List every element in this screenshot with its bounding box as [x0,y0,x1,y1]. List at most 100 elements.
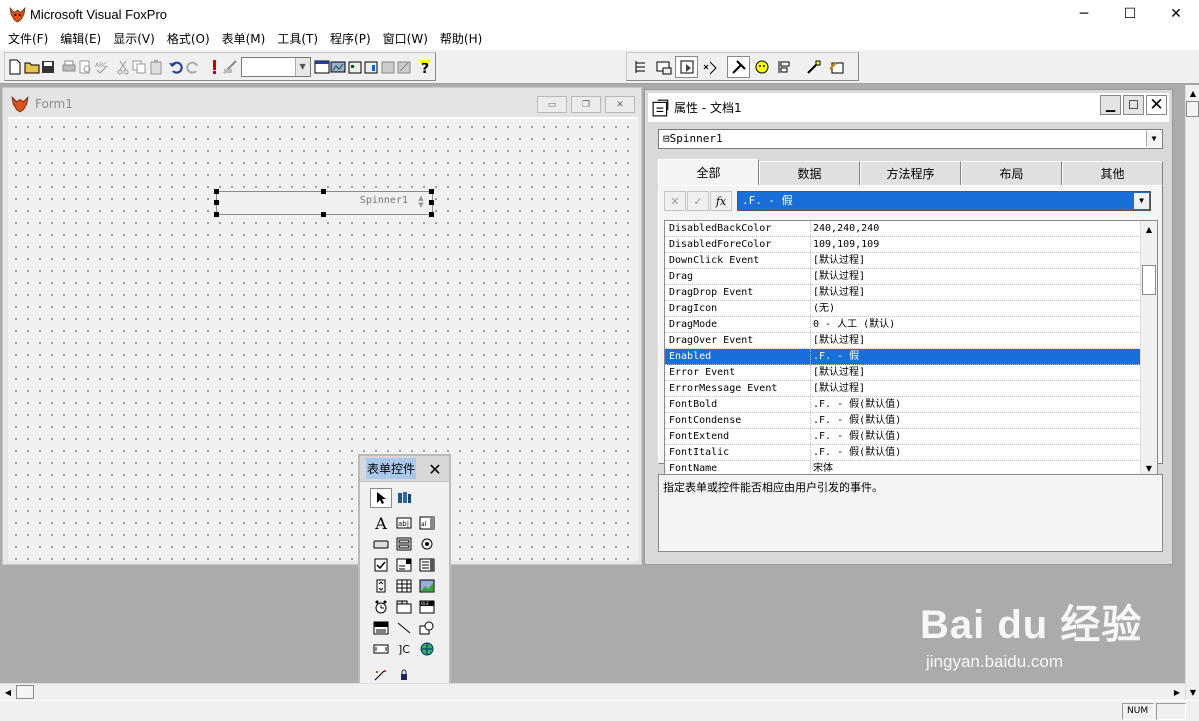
close-button[interactable]: ✕ [1153,0,1199,28]
tab-order-icon[interactable] [629,56,652,78]
property-row[interactable]: DragMode 0 - 人工 (默认) [665,317,1141,333]
form-controls-toolbar-icon[interactable] [727,55,750,78]
menu-tools[interactable]: 工具(T) [271,29,324,49]
checkbox-control-icon[interactable] [370,555,392,575]
color-palette-icon[interactable] [750,56,773,78]
command-group-control-icon[interactable] [393,534,415,554]
property-grid[interactable]: DisabledBackColor 240,240,240 DisabledFor… [664,220,1158,477]
selection-handle[interactable] [214,212,219,217]
cut-icon[interactable] [114,56,130,78]
property-row[interactable]: FontItalic .F. - 假(默认值) [665,445,1141,461]
listbox-control-icon[interactable] [416,555,438,575]
tab-other[interactable]: 其他 [1062,161,1163,185]
scroll-down-icon[interactable]: ▼ [1186,684,1199,700]
menu-window[interactable]: 窗口(W) [377,29,434,49]
accept-edit-button[interactable]: ✓ [687,191,709,211]
menu-help[interactable]: 帮助(H) [434,29,488,49]
autoform-icon[interactable] [379,56,395,78]
selection-handle[interactable] [429,212,434,217]
selection-handle[interactable] [214,200,219,205]
new-file-icon[interactable] [7,56,23,78]
scrollbar-thumb[interactable] [1142,265,1156,295]
property-row[interactable]: FontExtend .F. - 假(默认值) [665,429,1141,445]
tab-layout[interactable]: 布局 [961,161,1062,185]
selection-handle[interactable] [429,189,434,194]
button-lock-icon[interactable] [393,665,415,685]
scrollbar-thumb[interactable] [16,685,34,699]
code-window-icon[interactable] [698,56,721,78]
print-icon[interactable] [61,56,77,78]
layout-toolbar-icon[interactable] [773,56,796,78]
builder-lock-icon[interactable] [370,665,392,685]
toolbox-close-button[interactable]: ✕ [425,459,445,479]
form-restore-button[interactable]: ❐ [571,96,601,113]
autoformat-icon[interactable] [825,56,848,78]
property-row[interactable]: DragDrop Event [默认过程] [665,285,1141,301]
scroll-up-icon[interactable]: ▲ [1141,221,1157,237]
property-row[interactable]: Drag [默认过程] [665,269,1141,285]
toolbox-title-bar[interactable]: 表单控件 ✕ [360,456,449,482]
view-classes-icon[interactable] [393,488,415,508]
modify-form-icon[interactable] [222,56,238,78]
menu-form[interactable]: 表单(M) [216,29,272,49]
property-row[interactable]: ErrorMessage Event [默认过程] [665,381,1141,397]
run-icon[interactable] [205,56,221,78]
property-row[interactable]: FontCondense .F. - 假(默认值) [665,413,1141,429]
redo-icon[interactable] [185,56,201,78]
ole-container-control-icon[interactable]: OLE [416,597,438,617]
database-combo[interactable]: ▼ [241,56,311,77]
image-control-icon[interactable] [416,576,438,596]
report-designer-icon[interactable] [363,56,379,78]
autoreport-icon[interactable] [396,56,412,78]
property-row[interactable]: FontBold .F. - 假(默认值) [665,397,1141,413]
expression-builder-button[interactable]: fx [710,191,732,211]
editbox-control-icon[interactable]: al [416,513,438,533]
properties-minimize-button[interactable]: ▁ [1100,95,1121,115]
property-row[interactable]: DownClick Event [默认过程] [665,253,1141,269]
menu-file[interactable]: 文件(F) [2,29,54,49]
separator-control-icon[interactable]: ]C [393,639,415,659]
form-designer-window[interactable]: Form1 ▭ ❐ ✕ Spinner1 ▲ ▼ [2,87,642,565]
chevron-down-icon[interactable]: ▼ [294,57,310,76]
undo-icon[interactable] [168,56,184,78]
form-minimize-button[interactable]: ▭ [537,96,567,113]
minimize-button[interactable]: ─ [1061,0,1107,28]
open-folder-icon[interactable] [23,56,40,78]
copy-icon[interactable] [131,56,147,78]
selection-handle[interactable] [321,212,326,217]
form-close-button[interactable]: ✕ [605,96,635,113]
spinner-control-icon[interactable] [370,576,392,596]
pageframe-control-icon[interactable] [393,597,415,617]
timer-control-icon[interactable] [370,597,392,617]
property-row[interactable]: Error Event [默认过程] [665,365,1141,381]
selection-handle[interactable] [214,189,219,194]
workspace-horizontal-scrollbar[interactable]: ◀ ▶ [0,683,1185,700]
properties-close-button[interactable]: ✕ [1146,95,1167,115]
container-control-icon[interactable] [370,639,392,659]
workspace-vertical-scrollbar[interactable]: ▲ ▼ [1185,85,1199,700]
label-control-icon[interactable]: A [370,513,392,533]
form-controls-toolbox[interactable]: 表单控件 ✕ A ab| al OLE ]C [358,454,451,697]
option-group-control-icon[interactable] [416,534,438,554]
spelling-icon[interactable]: ABC [94,56,110,78]
selection-handle[interactable] [429,200,434,205]
form-designer-icon[interactable] [347,56,363,78]
view-window-icon[interactable] [330,56,346,78]
combobox-control-icon[interactable] [393,555,415,575]
property-grid-scrollbar[interactable]: ▲ ▼ [1140,221,1157,476]
menu-edit[interactable]: 编辑(E) [54,29,107,49]
tab-methods[interactable]: 方法程序 [860,161,961,185]
properties-window[interactable]: 属性 - 文档1 ▁ ☐ ✕ ⊟Spinner1 ▼ 全部 数据 方法程序 布局… [644,89,1173,565]
data-environment-icon[interactable] [652,56,675,78]
ole-bound-control-icon[interactable] [370,618,392,638]
tab-data[interactable]: 数据 [759,161,860,185]
property-row[interactable]: DisabledBackColor 240,240,240 [665,221,1141,237]
select-objects-icon[interactable] [370,488,392,508]
scroll-right-icon[interactable]: ▶ [1169,684,1185,700]
selection-handle[interactable] [321,189,326,194]
chevron-down-icon[interactable]: ▼ [1146,131,1161,147]
property-value-combo[interactable]: .F. - 假 ▼ [737,191,1151,211]
hyperlink-control-icon[interactable] [416,639,438,659]
chevron-down-icon[interactable]: ▼ [1134,193,1149,209]
shape-control-icon[interactable] [416,618,438,638]
